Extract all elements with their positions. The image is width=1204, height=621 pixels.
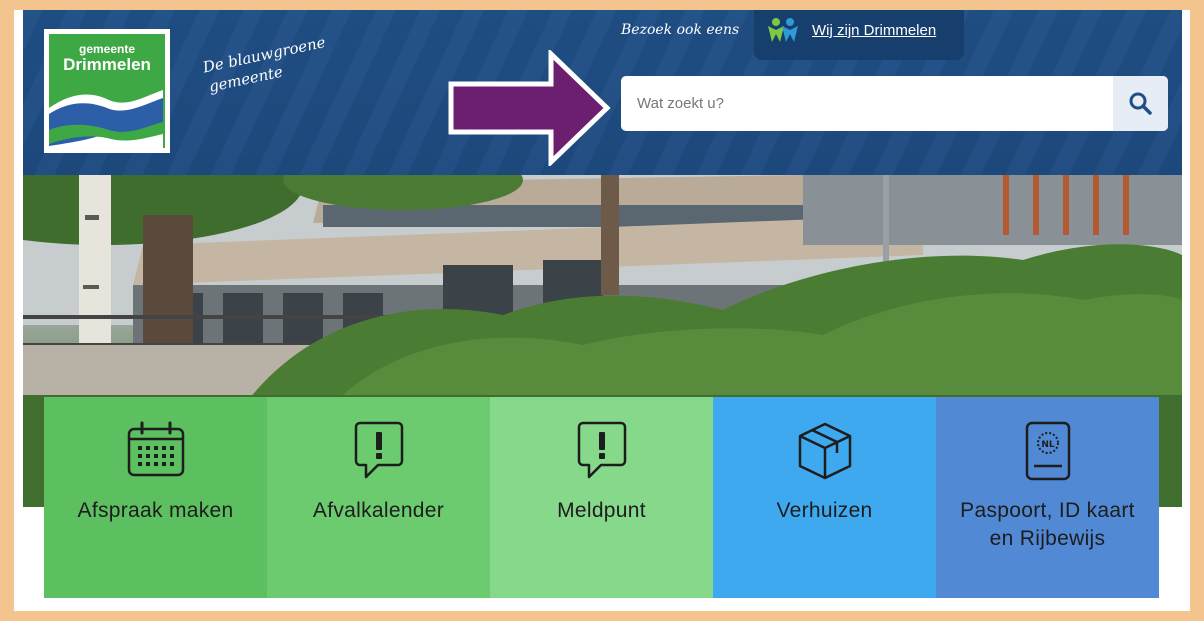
visit-label: Bezoek ook eens bbox=[621, 22, 740, 38]
logo-waves-icon bbox=[49, 90, 163, 148]
logo-text-drimmelen: Drimmelen bbox=[63, 55, 151, 74]
tile-label: Paspoort, ID kaart en Rijbewijs bbox=[960, 499, 1135, 550]
tile-afspraak-maken[interactable]: Afspraak maken bbox=[44, 397, 267, 598]
passport-icon: NL bbox=[1025, 421, 1070, 481]
site-header: gemeente Drimmelen De blauwgroene gemeen… bbox=[23, 10, 1182, 175]
wij-zijn-drimmelen-link[interactable]: Wij zijn Drimmelen bbox=[754, 10, 964, 60]
visit-link-text: Wij zijn Drimmelen bbox=[812, 22, 937, 39]
speech-exclamation-icon bbox=[577, 421, 626, 479]
calendar-icon bbox=[127, 421, 184, 477]
tile-verhuizen[interactable]: Verhuizen bbox=[713, 397, 936, 598]
search-bar bbox=[621, 76, 1168, 131]
svg-text:NL: NL bbox=[1041, 440, 1055, 450]
tile-label: Verhuizen bbox=[776, 499, 873, 522]
search-icon bbox=[1129, 92, 1152, 115]
site-logo[interactable]: gemeente Drimmelen bbox=[44, 29, 170, 153]
search-input[interactable] bbox=[621, 76, 1111, 131]
screenshot-frame: gemeente Drimmelen De blauwgroene gemeen… bbox=[14, 10, 1190, 611]
tile-afvalkalender[interactable]: Afvalkalender bbox=[267, 397, 490, 598]
purple-arrow-annotation bbox=[448, 50, 611, 166]
tile-paspoort-id-rijbewijs[interactable]: NL Paspoort, ID kaart en Rijbewijs bbox=[936, 397, 1159, 598]
logo-text-gemeente: gemeente bbox=[78, 42, 136, 56]
speech-exclamation-icon bbox=[354, 421, 403, 479]
site-tagline: De blauwgroene gemeente bbox=[201, 33, 327, 96]
tile-meldpunt[interactable]: Meldpunt bbox=[490, 397, 713, 598]
tile-label: Meldpunt bbox=[557, 499, 646, 522]
tile-label: Afspraak maken bbox=[77, 499, 234, 522]
tile-label: Afvalkalender bbox=[312, 499, 445, 522]
search-button[interactable] bbox=[1113, 76, 1168, 131]
quick-links: Afspraak maken Afvalkalender Meldpunt Ve… bbox=[44, 397, 1159, 598]
people-icon bbox=[768, 18, 798, 42]
box-icon bbox=[798, 422, 851, 480]
